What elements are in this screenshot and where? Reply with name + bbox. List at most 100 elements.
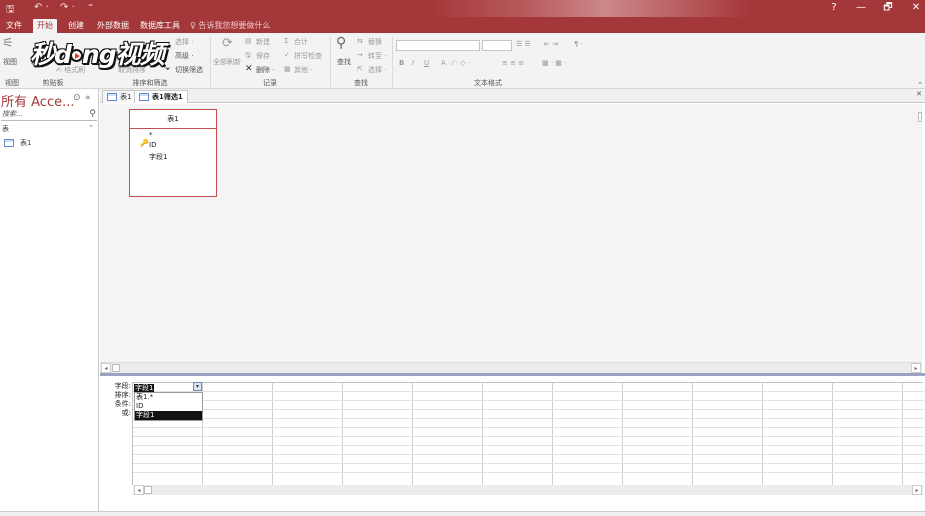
indent-icons[interactable]: ⇤ ⇥	[544, 40, 558, 48]
doc-tab-table1[interactable]: 表1	[102, 90, 137, 103]
save-record-button[interactable]: 保存	[256, 51, 270, 61]
refresh-all-icon[interactable]: ⟳	[222, 36, 233, 51]
remove-sort-button[interactable]: 取消排序	[118, 65, 146, 75]
new-record-button[interactable]: 新建	[256, 37, 270, 47]
list-icons[interactable]: ☰ ☰	[516, 40, 531, 48]
refresh-all-button[interactable]: 全部刷新	[213, 57, 241, 67]
ribbon-separator	[210, 37, 211, 87]
customize-toolbar-icon[interactable]: ⁼	[88, 2, 93, 13]
group-clipboard-label: 剪贴板	[42, 79, 64, 87]
field-dropdown-list[interactable]: 表1.* ID 字段1	[134, 392, 203, 421]
nav-category-label: 表	[2, 125, 9, 133]
field-id[interactable]: ID	[149, 141, 156, 149]
font-size-select[interactable]	[482, 40, 512, 51]
scroll-left-arrow[interactable]: ◂	[101, 363, 111, 373]
dropdown-option-id[interactable]: ID	[135, 402, 202, 411]
font-name-select[interactable]	[396, 40, 480, 51]
scroll-thumb[interactable]	[112, 364, 120, 372]
rtl-icon[interactable]: ¶ ·	[574, 40, 583, 48]
more-icon[interactable]: ▦	[284, 65, 291, 73]
tab-external-data[interactable]: 外部数据	[93, 19, 133, 33]
scroll-right-arrow[interactable]: ▸	[912, 485, 922, 495]
nav-item-label: 表1	[20, 139, 32, 147]
navigation-pane: 所有 Acce... ⊙ « 搜索... ⚲ 表 ⌃ 表1	[0, 89, 99, 511]
nav-category-tables[interactable]: 表 ⌃	[2, 124, 96, 134]
grid-row	[133, 446, 924, 455]
fill-color-icon[interactable]: ▩ · ▦ ·	[542, 59, 566, 67]
scroll-left-arrow[interactable]: ◂	[134, 485, 144, 495]
nav-collapse-icon[interactable]: «	[85, 93, 91, 103]
table-icon	[107, 93, 117, 101]
lower-horizontal-scrollbar[interactable]: ◂ ▸	[133, 485, 923, 495]
dropdown-option-field1[interactable]: 字段1	[135, 411, 202, 420]
search-icon[interactable]: ⚲	[89, 109, 96, 119]
dropdown-arrow-icon[interactable]: ▾	[193, 382, 202, 391]
nav-item-table1[interactable]: 表1	[4, 138, 31, 148]
design-grid[interactable]	[132, 382, 924, 486]
italic-button[interactable]: I	[412, 59, 414, 67]
replace-button[interactable]: 替换	[368, 37, 382, 47]
bold-button[interactable]: B	[399, 59, 404, 67]
grid-row	[133, 419, 924, 428]
tab-database-tools[interactable]: 数据库工具	[136, 19, 184, 33]
save-record-icon[interactable]: 🖫	[245, 51, 251, 62]
delete-icon[interactable]: ✕	[245, 64, 253, 74]
tab-create[interactable]: 创建	[64, 19, 88, 33]
toggle-filter-button[interactable]: 切换筛选	[175, 65, 203, 75]
goto-button[interactable]: 转至 ·	[368, 51, 386, 61]
tell-me-box[interactable]: ♀ 告诉我您想要做什么	[190, 19, 270, 32]
doc-tab-filter1[interactable]: 表1筛选1	[134, 90, 188, 103]
field-list-title[interactable]: 表1	[130, 110, 216, 129]
more-button[interactable]: 其他 ·	[294, 65, 312, 75]
field-combobox[interactable]: 字段1	[134, 383, 192, 392]
view-button[interactable]: 视图	[3, 57, 17, 67]
grid-row-sort	[133, 392, 924, 401]
select-find-icon[interactable]: ⇱	[357, 65, 363, 73]
upper-horizontal-scrollbar[interactable]: ◂ ▸	[100, 362, 922, 373]
collapse-ribbon-icon[interactable]: ⌃	[917, 81, 923, 89]
scroll-right-arrow[interactable]: ▸	[911, 363, 921, 373]
view-icon[interactable]: ⚟	[2, 36, 14, 51]
find-button[interactable]: 查找	[337, 57, 351, 67]
group-find-label: 查找	[354, 79, 368, 87]
group-sort-filter-label: 排序和筛选	[132, 79, 168, 87]
nav-search-input[interactable]: 搜索...	[1, 108, 97, 121]
table-icon	[4, 139, 14, 147]
spelling-button[interactable]: 拼写检查	[294, 51, 322, 61]
select-find-button[interactable]: 选择 ·	[368, 65, 386, 75]
dropdown-option-all[interactable]: 表1.*	[135, 393, 202, 402]
nav-menu-icon[interactable]: ⊙	[73, 93, 81, 103]
scroll-thumb[interactable]	[144, 486, 152, 494]
select-filter-button[interactable]: 选择 ·	[175, 37, 193, 47]
close-button[interactable]: ✕	[906, 1, 925, 15]
align-icons[interactable]: ≡ ≡ ≡	[502, 59, 524, 67]
help-button[interactable]: ?	[824, 1, 844, 15]
field-list-table1[interactable]: 表1 * 🔑 ID 字段1	[129, 109, 217, 197]
minimize-button[interactable]: —	[851, 1, 871, 15]
find-icon[interactable]: ⚲	[336, 35, 346, 51]
field-combobox-value: 字段1	[134, 384, 155, 392]
undo-icon[interactable]: ↶ ·	[34, 2, 49, 13]
goto-icon[interactable]: →	[357, 51, 363, 59]
grid-row	[133, 464, 924, 473]
restore-button[interactable]: 🗗	[878, 1, 898, 15]
font-color-icon[interactable]: A · ⁄ · ◇ ·	[441, 59, 470, 67]
toggle-filter-icon[interactable]: ⏷	[165, 65, 171, 74]
totals-button[interactable]: 合计	[294, 37, 308, 47]
chevron-up-icon[interactable]: ⌃	[88, 124, 94, 132]
underline-button[interactable]: U	[424, 59, 429, 67]
tab-file[interactable]: 文件	[2, 19, 26, 33]
field-field1[interactable]: 字段1	[149, 152, 167, 162]
new-record-icon[interactable]: ▤	[245, 37, 252, 45]
advanced-filter-button[interactable]: 高级 ·	[175, 51, 193, 61]
close-document-icon[interactable]: ✕	[916, 90, 922, 98]
totals-icon[interactable]: Σ	[284, 37, 288, 45]
delete-button[interactable]: 删除 ·	[256, 65, 274, 75]
tab-home[interactable]: 开始	[33, 19, 57, 33]
ribbon-separator	[392, 37, 393, 87]
vertical-scroll-thumb[interactable]	[918, 112, 922, 122]
spelling-icon[interactable]: ✓	[284, 51, 290, 59]
redo-icon[interactable]: ↷ ·	[60, 2, 75, 13]
replace-icon[interactable]: ⇆	[357, 37, 363, 45]
field-all[interactable]: *	[149, 131, 153, 139]
